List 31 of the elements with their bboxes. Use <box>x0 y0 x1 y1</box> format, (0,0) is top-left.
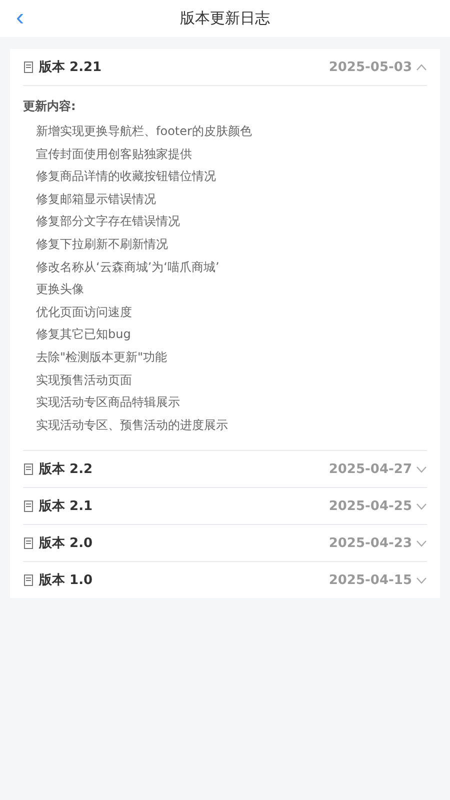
change-item: 修改名称从‘云森商城’为‘喵爪商城’ <box>35 258 220 276</box>
change-item: 新增实现更换导航栏、footer的皮肤颜色 <box>35 123 253 140</box>
change-item: 修复下拉刷新不刷新情况 <box>35 236 169 253</box>
change-item: 去除"检测版本更新"功能 <box>35 348 168 366</box>
change-item: 实现预售活动页面 <box>35 372 133 389</box>
chevron-up-icon <box>416 64 427 70</box>
chevron-down-icon <box>416 502 427 510</box>
chevron-down-icon <box>416 540 427 547</box>
change-item: 实现活动专区、预售活动的进度展示 <box>35 416 229 434</box>
document-icon <box>23 463 34 476</box>
change-item: 修复其它已知bug <box>35 326 132 344</box>
version-header[interactable]: 版本 1.0 2025-04-15 <box>23 562 427 598</box>
version-header[interactable]: 版本 2.0 2025-04-23 <box>23 525 427 562</box>
change-item: 修复部分文字存在错误情况 <box>35 213 181 230</box>
change-item: 优化页面访问速度 <box>35 304 133 321</box>
chevron-down-icon <box>416 576 427 584</box>
document-icon <box>23 537 34 550</box>
document-icon <box>23 500 34 512</box>
page-title: 版本更新日志 <box>180 9 270 28</box>
change-item: 实现活动专区商品特辑展示 <box>35 394 181 412</box>
change-item: 宣传封面使用创客贴独家提供 <box>35 146 193 163</box>
document-icon <box>23 61 34 73</box>
change-item: 修复邮箱显示错误情况 <box>35 190 157 208</box>
change-item: 修复商品详情的收藏按钮错位情况 <box>35 168 217 186</box>
chevron-down-icon <box>416 466 427 473</box>
section-heading: 更新内容: <box>23 98 77 115</box>
version-header[interactable]: 版本 2.1 2025-04-25 <box>23 488 427 524</box>
change-item: 更换头像 <box>35 281 85 298</box>
version-header[interactable]: 版本 2.21 2025-05-03 <box>23 49 427 85</box>
document-icon <box>23 574 34 586</box>
version-header[interactable]: 版本 2.2 2025-04-27 <box>23 451 427 488</box>
